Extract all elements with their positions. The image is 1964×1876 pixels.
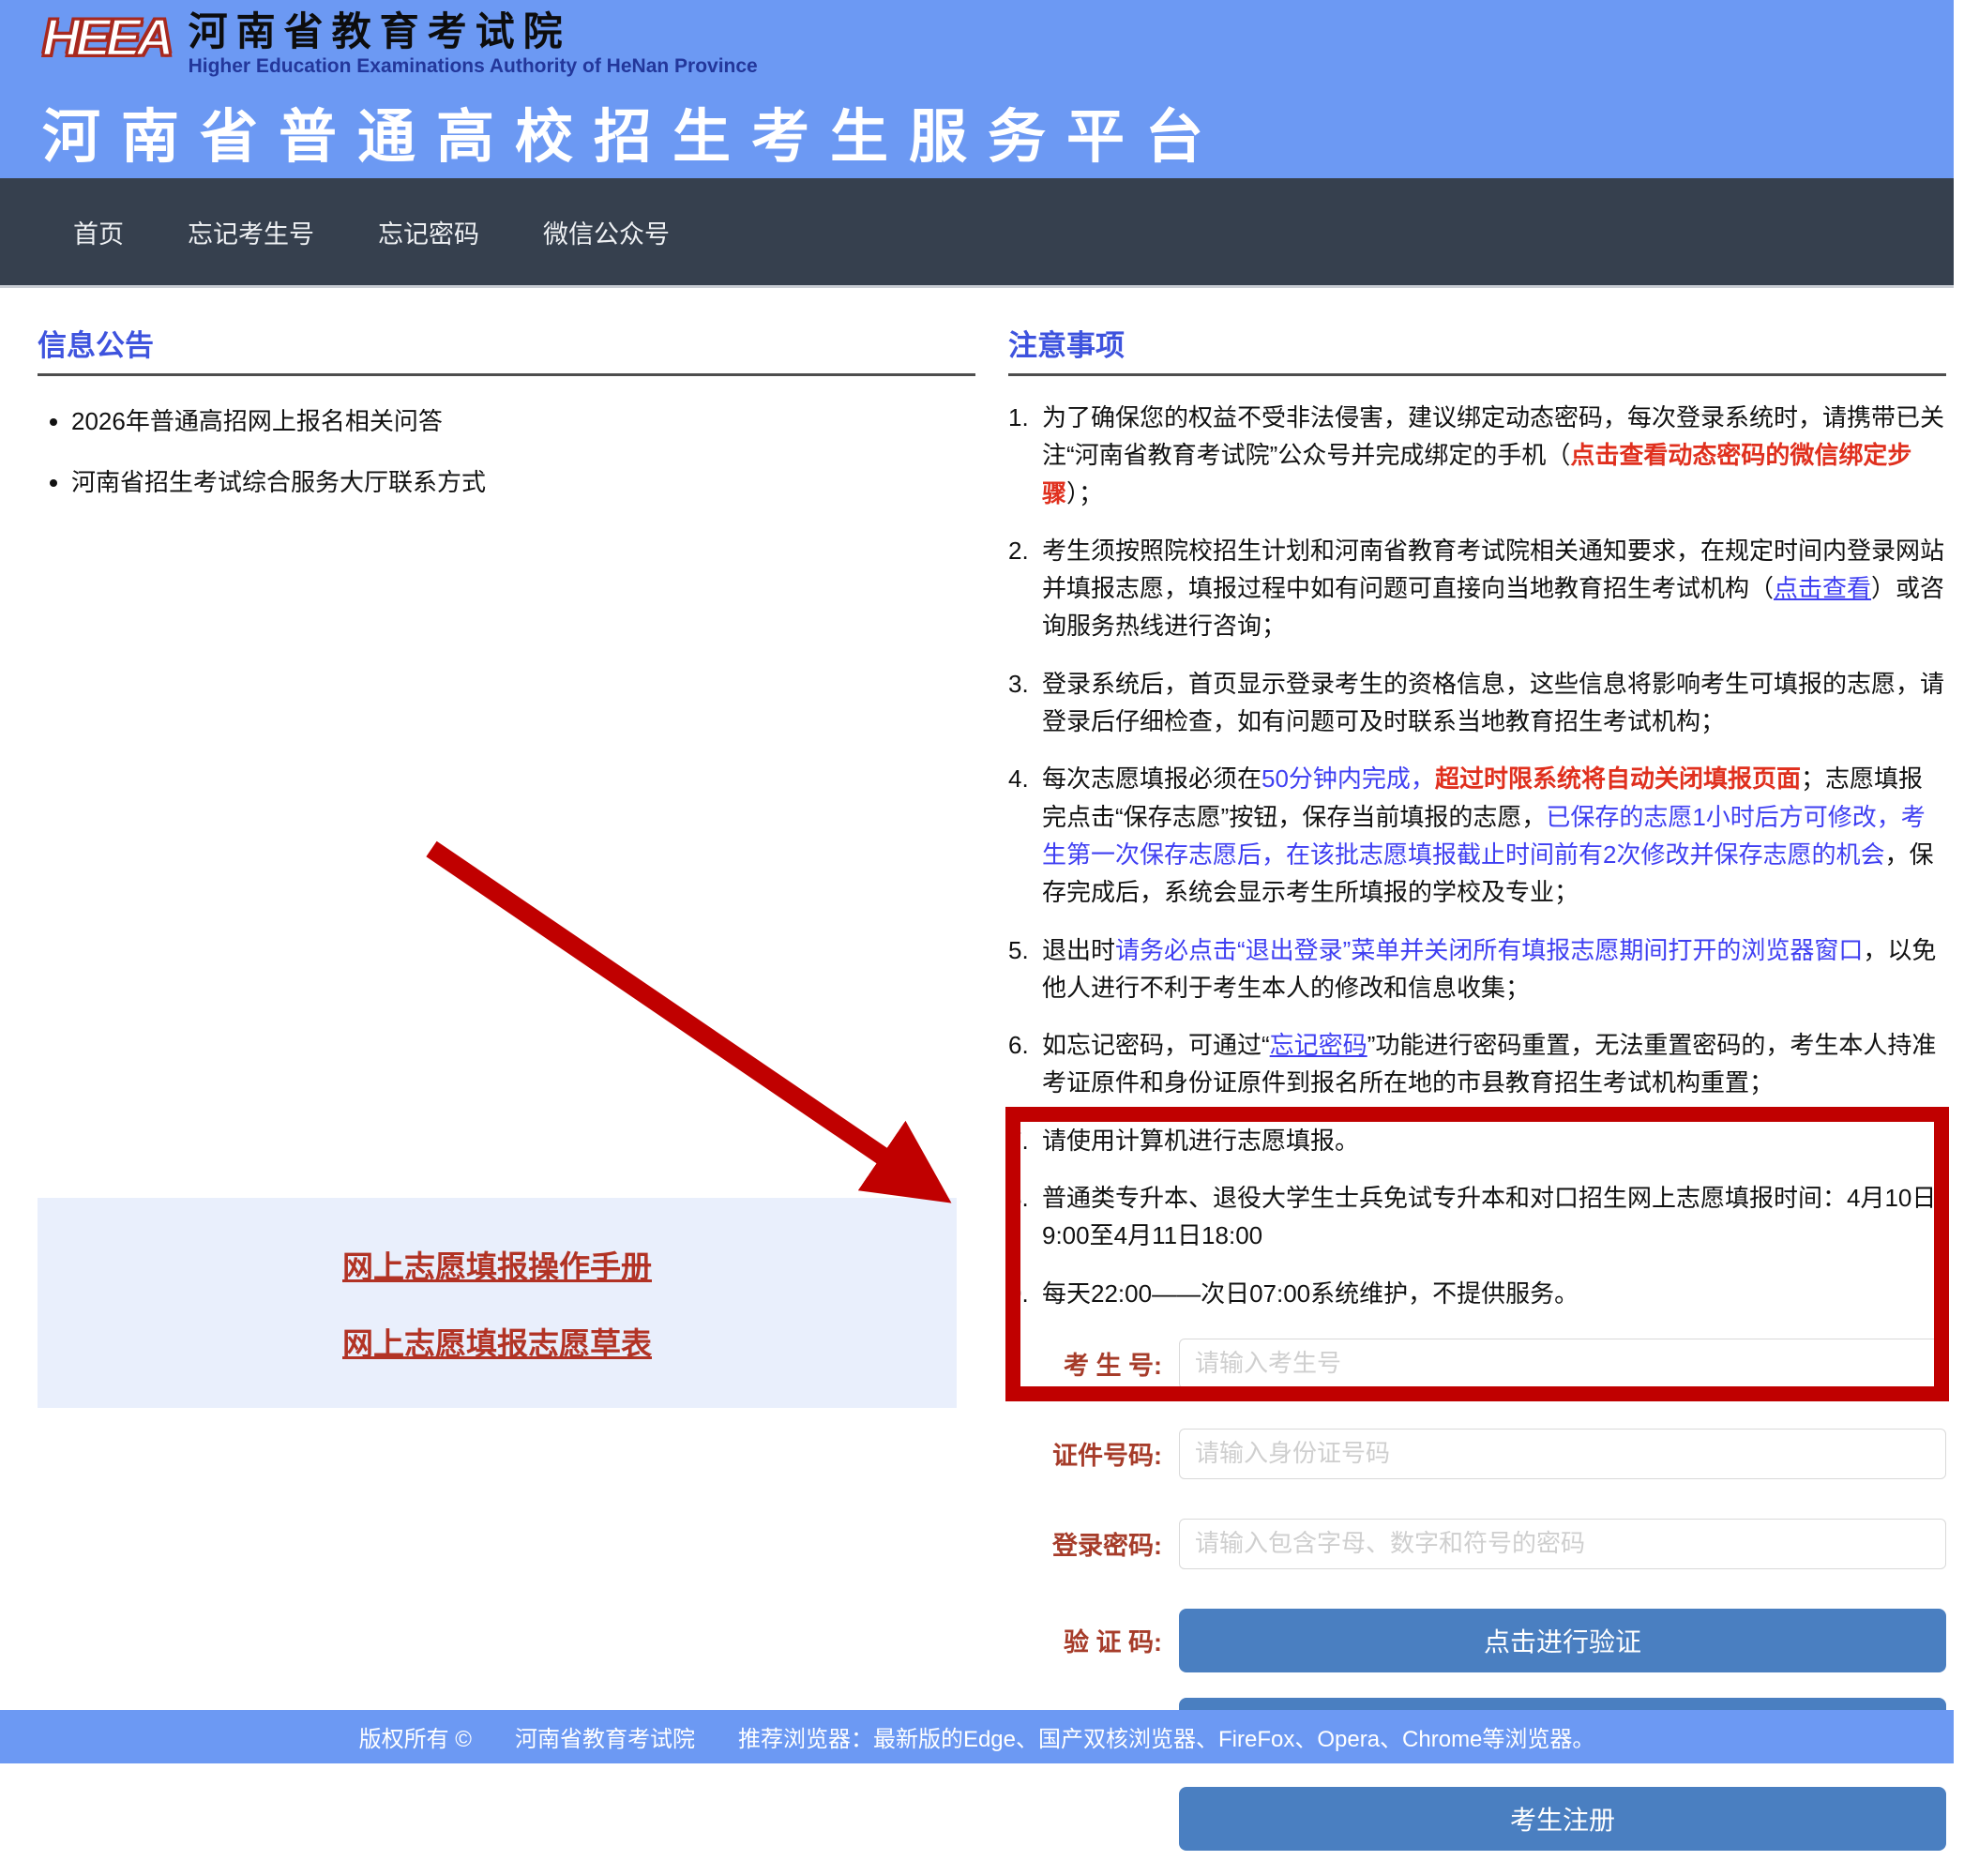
password-row: 登录密码: bbox=[1008, 1519, 1946, 1569]
candidate-number-row: 考 生 号: bbox=[1008, 1339, 1946, 1389]
register-button[interactable]: 考生注册 bbox=[1179, 1787, 1946, 1851]
handbook-manual-link[interactable]: 网上志愿填报操作手册 bbox=[342, 1242, 652, 1287]
notice-number: 8. bbox=[1008, 1179, 1042, 1255]
notices-divider bbox=[1008, 373, 1946, 376]
notice-segment: 如忘记密码，可通过“ bbox=[1042, 1031, 1270, 1059]
notice-item-1: 1. 为了确保您的权益不受非法侵害，建议绑定动态密码，每次登录系统时，请携带已关… bbox=[1008, 399, 1946, 512]
candidate-number-label: 考 生 号: bbox=[1008, 1345, 1179, 1382]
id-number-input[interactable] bbox=[1179, 1429, 1946, 1479]
notice-item-2: 2. 考生须按照院校招生计划和河南省教育考试院相关通知要求，在规定时间内登录网站… bbox=[1008, 532, 1946, 645]
org-name-block: 河南省教育考试院 Higher Education Examinations A… bbox=[189, 9, 758, 78]
page-footer: 版权所有 © 河南省教育考试院 推荐浏览器：最新版的Edge、国产双核浏览器、F… bbox=[0, 1710, 1954, 1763]
notice-number: 6. bbox=[1008, 1026, 1042, 1102]
footer-org: 河南省教育考试院 bbox=[515, 1720, 695, 1753]
notice-number: 2. bbox=[1008, 532, 1042, 645]
id-number-label: 证件号码: bbox=[1008, 1435, 1179, 1472]
notice-item-8: 8. 普通类专升本、退役大学生士兵免试专升本和对口招生网上志愿填报时间：4月10… bbox=[1008, 1179, 1946, 1255]
nav-item-wechat-official-account[interactable]: 微信公众号 bbox=[543, 214, 670, 250]
notice-segment: 普通类专升本、退役大学生士兵免试专升本和对口招生网上志愿填报时间：4月10日9:… bbox=[1042, 1184, 1936, 1249]
main-content: 信息公告 2026年普通高招网上报名相关问答 河南省招生考试综合服务大厅联系方式… bbox=[0, 288, 1964, 1876]
captcha-row: 验 证 码: 点击进行验证 bbox=[1008, 1609, 1946, 1672]
nav-item-home[interactable]: 首页 bbox=[73, 214, 124, 250]
notice-segment: 请使用计算机进行志愿填报。 bbox=[1042, 1127, 1359, 1155]
notice-number: 5. bbox=[1008, 931, 1042, 1007]
notice-text: 每次志愿填报必须在50分钟内完成，超过时限系统将自动关闭填报页面；志愿填报完点击… bbox=[1042, 760, 1946, 911]
notice-number: 4. bbox=[1008, 760, 1042, 911]
forgot-password-link[interactable]: 忘记密码 bbox=[1270, 1031, 1367, 1059]
notice-text: 每天22:00——次日07:00系统维护，不提供服务。 bbox=[1042, 1275, 1946, 1312]
notices-column: 注意事项 1. 为了确保您的权益不受非法侵害，建议绑定动态密码，每次登录系统时，… bbox=[1008, 322, 1946, 1876]
notice-segment: ）； bbox=[1066, 479, 1103, 507]
notice-segment: 登录系统后，首页显示登录考生的资格信息，这些信息将影响考生可填报的志愿，请登录后… bbox=[1042, 670, 1944, 735]
site-title: 河南省普通高校招生考生服务平台 bbox=[42, 89, 1954, 174]
candidate-number-input[interactable] bbox=[1179, 1339, 1946, 1389]
notice-item-5: 5. 退出时请务必点击“退出登录”菜单并关闭所有填报志愿期间打开的浏览器窗口，以… bbox=[1008, 931, 1946, 1007]
notice-item-4: 4. 每次志愿填报必须在50分钟内完成，超过时限系统将自动关闭填报页面；志愿填报… bbox=[1008, 760, 1946, 911]
notice-text: 普通类专升本、退役大学生士兵免试专升本和对口招生网上志愿填报时间：4月10日9:… bbox=[1042, 1179, 1946, 1255]
captcha-verify-button[interactable]: 点击进行验证 bbox=[1179, 1609, 1946, 1672]
handbook-draft-form-link[interactable]: 网上志愿填报志愿草表 bbox=[342, 1319, 652, 1364]
page-header: HEEA 河南省教育考试院 Higher Education Examinati… bbox=[0, 0, 1954, 178]
notice-segment: 每次志愿填报必须在 bbox=[1042, 764, 1261, 793]
announcements-column: 信息公告 2026年普通高招网上报名相关问答 河南省招生考试综合服务大厅联系方式… bbox=[38, 322, 975, 1876]
notice-segment-blue: 50分钟内完成， bbox=[1261, 764, 1435, 793]
announcements-divider bbox=[38, 373, 975, 376]
notice-item-7: 7. 请使用计算机进行志愿填报。 bbox=[1008, 1122, 1946, 1159]
notice-item-3: 3. 登录系统后，首页显示登录考生的资格信息，这些信息将影响考生可填报的志愿，请… bbox=[1008, 665, 1946, 741]
notice-number: 3. bbox=[1008, 665, 1042, 741]
org-name-english: Higher Education Examinations Authority … bbox=[189, 55, 758, 78]
footer-copyright: 版权所有 © bbox=[359, 1720, 472, 1753]
notice-number: 1. bbox=[1008, 399, 1042, 512]
notice-text: 登录系统后，首页显示登录考生的资格信息，这些信息将影响考生可填报的志愿，请登录后… bbox=[1042, 665, 1946, 741]
heea-logo-icon: HEEA bbox=[42, 9, 170, 64]
id-number-row: 证件号码: bbox=[1008, 1429, 1946, 1479]
nav-item-forgot-candidate-number[interactable]: 忘记考生号 bbox=[188, 214, 314, 250]
login-form: 考 生 号: 证件号码: 登录密码: 验 证 码: 点击进行验证 登录 考 bbox=[1008, 1339, 1946, 1851]
notice-number: 7. bbox=[1008, 1122, 1042, 1159]
notice-number: 9. bbox=[1008, 1275, 1042, 1312]
org-logo-row: HEEA 河南省教育考试院 Higher Education Examinati… bbox=[42, 9, 1954, 78]
announcement-link[interactable]: 2026年普通高招网上报名相关问答 bbox=[71, 402, 975, 437]
main-nav: 首页 忘记考生号 忘记密码 微信公众号 bbox=[0, 178, 1954, 288]
nav-item-forgot-password[interactable]: 忘记密码 bbox=[378, 214, 479, 250]
register-row: 考生注册 bbox=[1008, 1787, 1946, 1851]
notice-text: 如忘记密码，可通过“忘记密码”功能进行密码重置，无法重置密码的，考生本人持准考证… bbox=[1042, 1026, 1946, 1102]
org-name: 河南省教育考试院 bbox=[189, 9, 758, 54]
click-to-view-link[interactable]: 点击查看 bbox=[1774, 574, 1871, 602]
notice-text: 退出时请务必点击“退出登录”菜单并关闭所有填报志愿期间打开的浏览器窗口，以免他人… bbox=[1042, 931, 1946, 1007]
notice-segment-blue: 请务必点击“退出登录”菜单并关闭所有填报志愿期间打开的浏览器窗口 bbox=[1115, 936, 1863, 964]
notice-text: 请使用计算机进行志愿填报。 bbox=[1042, 1122, 1946, 1159]
footer-browsers: 推荐浏览器：最新版的Edge、国产双核浏览器、FireFox、Opera、Chr… bbox=[738, 1720, 1594, 1753]
notice-segment: 每天22:00——次日07:00系统维护，不提供服务。 bbox=[1042, 1279, 1579, 1308]
captcha-label: 验 证 码: bbox=[1008, 1622, 1179, 1658]
handbook-panel: 网上志愿填报操作手册 网上志愿填报志愿草表 bbox=[38, 1198, 957, 1408]
notice-segment-red: 超过时限系统将自动关闭填报页面 bbox=[1435, 764, 1801, 793]
notice-item-9: 9. 每天22:00——次日07:00系统维护，不提供服务。 bbox=[1008, 1275, 1946, 1312]
notice-segment: 退出时 bbox=[1042, 936, 1115, 964]
notices-title: 注意事项 bbox=[1008, 322, 1946, 364]
notice-list: 1. 为了确保您的权益不受非法侵害，建议绑定动态密码，每次登录系统时，请携带已关… bbox=[1008, 399, 1946, 1312]
announcements-title: 信息公告 bbox=[38, 322, 975, 364]
notice-text: 为了确保您的权益不受非法侵害，建议绑定动态密码，每次登录系统时，请携带已关注“河… bbox=[1042, 399, 1946, 512]
notice-text: 考生须按照院校招生计划和河南省教育考试院相关通知要求，在规定时间内登录网站并填报… bbox=[1042, 532, 1946, 645]
password-input[interactable] bbox=[1179, 1519, 1946, 1569]
password-label: 登录密码: bbox=[1008, 1525, 1179, 1562]
announcement-link[interactable]: 河南省招生考试综合服务大厅联系方式 bbox=[71, 463, 975, 498]
announcements-list: 2026年普通高招网上报名相关问答 河南省招生考试综合服务大厅联系方式 bbox=[47, 402, 975, 498]
notice-item-6: 6. 如忘记密码，可通过“忘记密码”功能进行密码重置，无法重置密码的，考生本人持… bbox=[1008, 1026, 1946, 1102]
